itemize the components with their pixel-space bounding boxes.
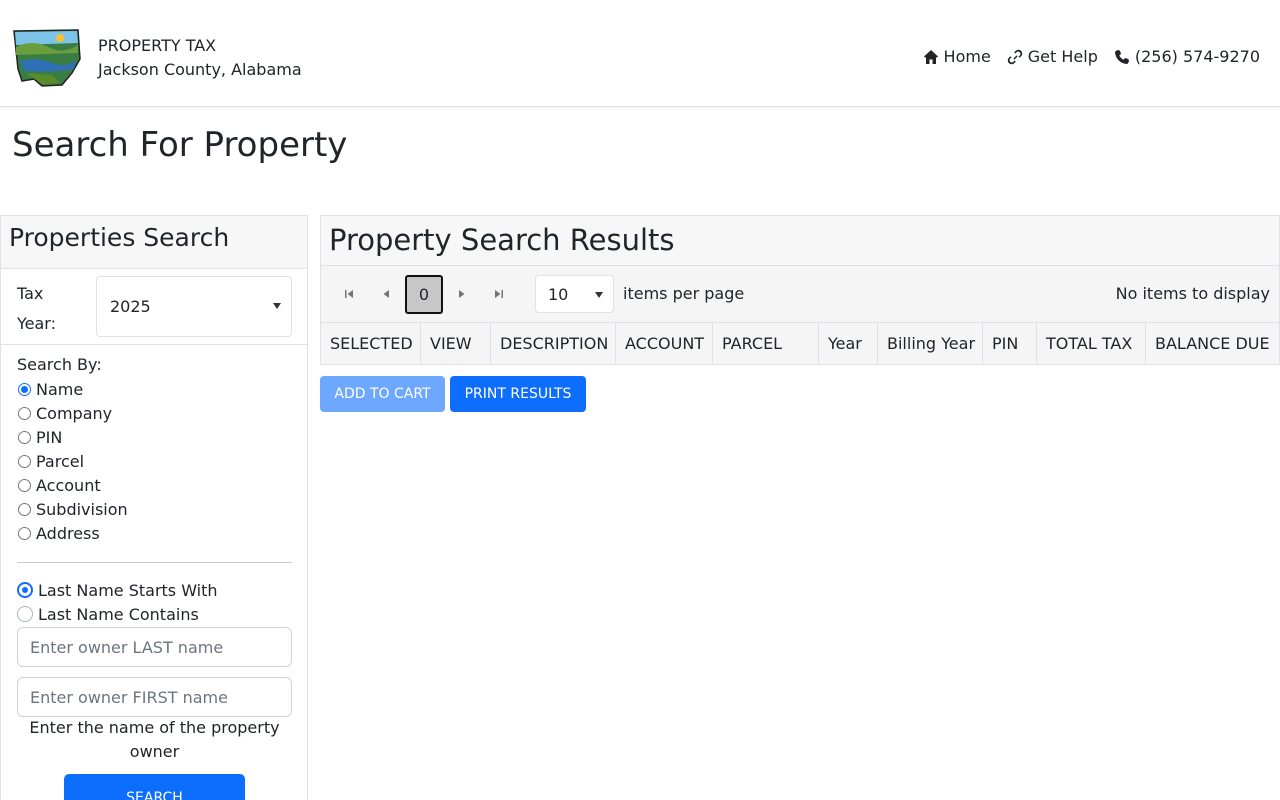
first-name-input[interactable] (17, 677, 292, 717)
helper-text: Enter the name of the property owner (29, 718, 280, 761)
caret-down-icon (595, 292, 603, 298)
radio-button[interactable] (18, 382, 31, 396)
option-label: Last Name Contains (38, 604, 199, 624)
search-by-label: Search By: (17, 355, 102, 374)
get-help-label: Get Help (1027, 47, 1098, 66)
name-mode-options: Last Name Starts With Last Name Contains (17, 578, 218, 626)
site-header: PROPERTY TAX Jackson County, Alabama Hom… (0, 0, 1280, 107)
last-page-icon (495, 290, 503, 298)
items-per-page-value: 10 (548, 284, 569, 304)
search-by-pin[interactable]: PIN (17, 425, 128, 449)
brand-title: PROPERTY TAX (98, 36, 217, 55)
mode-contains[interactable]: Last Name Contains (17, 602, 218, 626)
search-by-parcel[interactable]: Parcel (17, 449, 128, 473)
search-by-address[interactable]: Address (17, 521, 128, 545)
next-page-icon (459, 290, 465, 298)
radio-button[interactable] (17, 606, 33, 622)
mode-starts-with[interactable]: Last Name Starts With (17, 578, 218, 602)
option-label: Name (36, 379, 84, 399)
search-button[interactable]: SEARCH (64, 774, 245, 800)
column-year[interactable]: Year (819, 323, 878, 364)
tax-year-label: Tax Year: (17, 284, 56, 333)
column-description[interactable]: DESCRIPTION (491, 323, 616, 364)
search-by-account[interactable]: Account (17, 473, 128, 497)
tax-year-row: Tax Year: 2025 (1, 269, 307, 345)
phone-link[interactable]: (256) 574-9270 (1114, 47, 1260, 67)
phone-label: (256) 574-9270 (1134, 47, 1260, 66)
column-pin[interactable]: PIN (983, 323, 1037, 364)
search-by-subdivision[interactable]: Subdivision (17, 497, 128, 521)
divider (17, 562, 292, 563)
column-view[interactable]: VIEW (421, 323, 491, 364)
brand-subtitle: Jackson County, Alabama (98, 60, 302, 79)
option-label: PIN (36, 427, 63, 447)
option-label: Account (36, 475, 101, 495)
prev-page-icon (383, 290, 389, 298)
column-selected[interactable]: SELECTED (321, 323, 421, 364)
search-results-panel: Property Search Results 0 10 items per p… (320, 215, 1280, 365)
radio-button[interactable] (17, 582, 33, 598)
column-parcel[interactable]: PARCEL (713, 323, 819, 364)
column-total-tax[interactable]: TOTAL TAX (1037, 323, 1146, 364)
county-logo[interactable] (12, 29, 82, 87)
add-to-cart-button[interactable]: ADD TO CART (320, 376, 445, 412)
page-title: Search For Property (12, 125, 348, 165)
tax-year-value: 2025 (110, 297, 151, 316)
items-per-page-select[interactable]: 10 (535, 275, 614, 313)
radio-button[interactable] (18, 454, 31, 468)
results-status: No items to display (1115, 284, 1270, 303)
tax-year-select[interactable]: 2025 (96, 276, 292, 337)
first-page-icon (345, 290, 353, 298)
radio-button[interactable] (18, 526, 31, 540)
print-results-button[interactable]: PRINT RESULTS (450, 376, 586, 412)
column-account[interactable]: ACCOUNT (616, 323, 713, 364)
search-panel-title: Properties Search (1, 216, 307, 269)
option-label: Company (36, 403, 113, 423)
top-nav: Home Get Help (256) 574-9270 (923, 47, 1260, 67)
option-label: Last Name Starts With (38, 580, 218, 600)
option-label: Address (36, 523, 100, 543)
home-icon (923, 50, 938, 64)
home-link-label: Home (943, 47, 991, 66)
radio-button[interactable] (18, 430, 31, 444)
home-link[interactable]: Home (923, 47, 991, 67)
current-page[interactable]: 0 (405, 275, 443, 314)
results-table-header: SELECTED VIEW DESCRIPTION ACCOUNT PARCEL… (321, 323, 1279, 364)
next-page-button[interactable] (454, 286, 470, 302)
search-by-options: Name Company PIN Parcel Account Subdivis… (17, 377, 128, 545)
results-title: Property Search Results (321, 216, 1279, 266)
phone-icon (1114, 50, 1129, 64)
column-billing-year[interactable]: Billing Year (878, 323, 983, 364)
first-page-button[interactable] (341, 286, 357, 302)
prev-page-button[interactable] (378, 286, 394, 302)
search-by-company[interactable]: Company (17, 401, 128, 425)
last-page-button[interactable] (491, 286, 507, 302)
radio-button[interactable] (18, 502, 31, 516)
items-per-page-label: items per page (623, 284, 745, 303)
properties-search-panel: Properties Search Tax Year: 2025 Search … (0, 215, 308, 800)
caret-down-icon (273, 303, 281, 309)
option-label: Parcel (36, 451, 85, 471)
search-by-name[interactable]: Name (17, 377, 128, 401)
get-help-link[interactable]: Get Help (1007, 47, 1098, 67)
option-label: Subdivision (36, 499, 128, 519)
column-balance-due[interactable]: BALANCE DUE (1146, 323, 1279, 364)
pager: 0 10 items per page No items to display (321, 266, 1279, 323)
radio-button[interactable] (18, 406, 31, 420)
radio-button[interactable] (18, 478, 31, 492)
last-name-input[interactable] (17, 627, 292, 667)
link-icon (1007, 49, 1022, 65)
